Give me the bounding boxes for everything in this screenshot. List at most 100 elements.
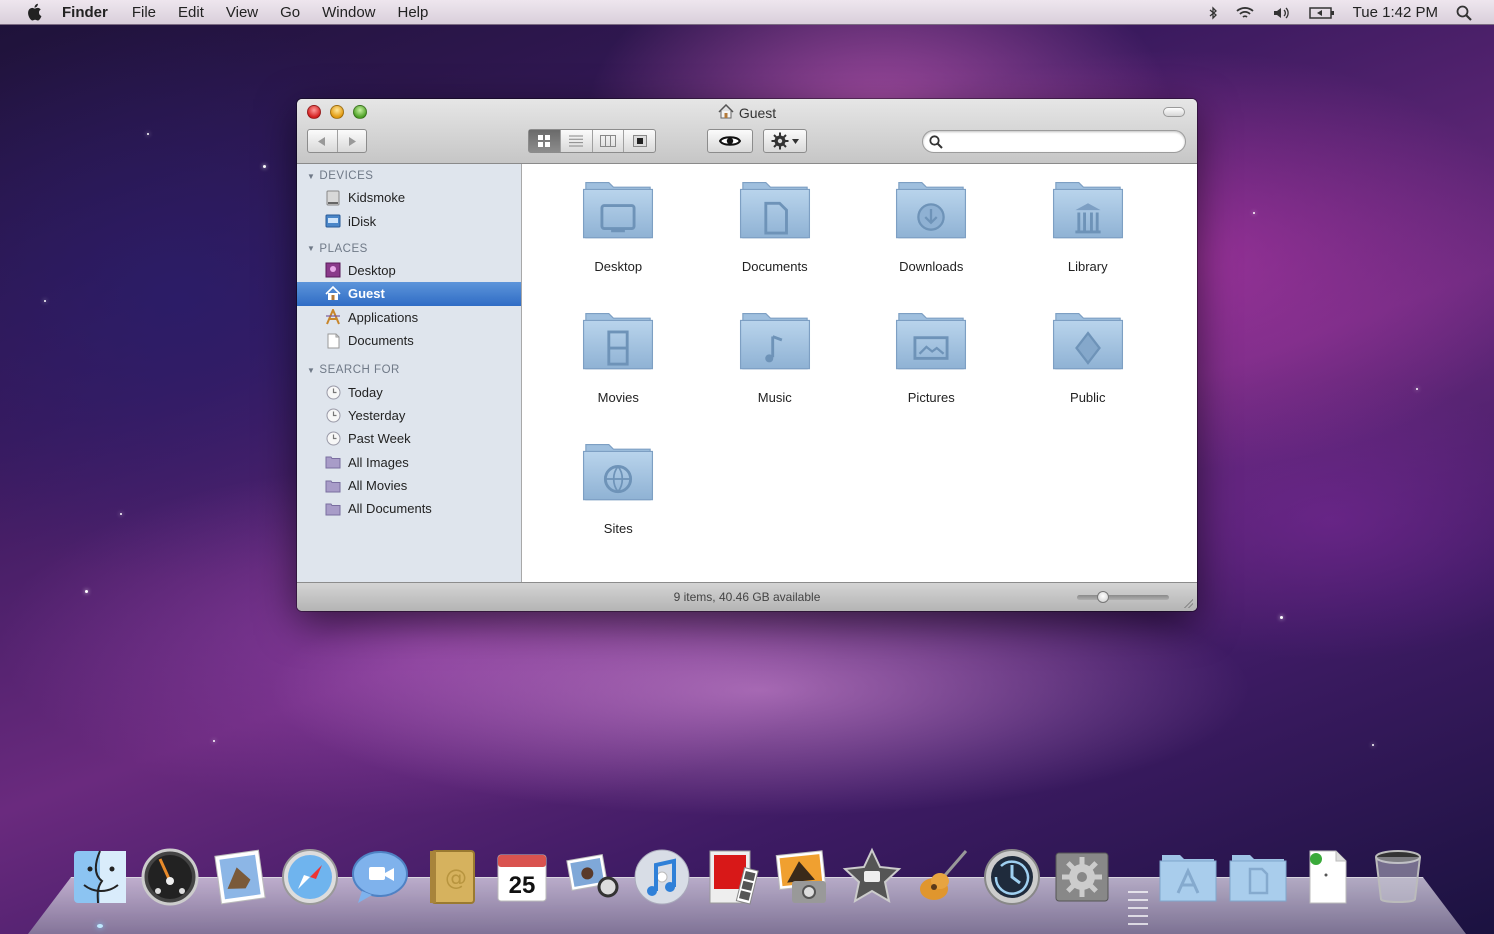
itunes-icon: [632, 847, 692, 912]
sidebar-item-applications[interactable]: Applications: [297, 306, 521, 329]
quick-look-button[interactable]: [707, 129, 753, 153]
dock-item-trash[interactable]: [1366, 846, 1430, 912]
star: [147, 133, 149, 135]
folder-icon: [737, 309, 813, 376]
dock-item-finder[interactable]: [68, 846, 132, 912]
file-name: Desktop: [594, 259, 643, 274]
folder-documents[interactable]: Documents: [697, 178, 854, 309]
dock-item-address-book[interactable]: @: [420, 846, 484, 912]
ical-icon: 25: [492, 847, 552, 912]
dock-item-photo-booth[interactable]: [700, 846, 764, 912]
folder-desktop[interactable]: Desktop: [540, 178, 697, 309]
sidebar-item-idisk[interactable]: iDisk: [297, 209, 521, 232]
disclosure-triangle-icon[interactable]: ▼: [307, 366, 315, 375]
star: [1372, 744, 1374, 746]
dock-item-iphoto[interactable]: [770, 846, 834, 912]
sidebar-section-search-for[interactable]: ▼ SEARCH FOR: [297, 360, 521, 380]
search-input[interactable]: [947, 134, 1185, 149]
file-browser[interactable]: Desktop Documents Downloads Library Movi…: [522, 164, 1197, 582]
battery-icon[interactable]: [1308, 6, 1335, 20]
dock-item-time-machine[interactable]: [980, 846, 1044, 912]
folder-movies[interactable]: Movies: [540, 309, 697, 440]
window-title-text: Guest: [738, 105, 777, 121]
dock-item-system-preferences[interactable]: [1050, 846, 1114, 912]
toolbar-toggle-button[interactable]: [1163, 107, 1185, 117]
back-button[interactable]: [308, 130, 337, 152]
home-icon: [718, 103, 734, 122]
list-view-icon: [569, 135, 584, 147]
sidebar-item-kidsmoke[interactable]: Kidsmoke: [297, 186, 521, 209]
apple-logo-icon[interactable]: [24, 3, 44, 21]
window-titlebar[interactable]: Guest: [297, 99, 1197, 164]
sidebar-item-all-images[interactable]: All Images: [297, 451, 521, 474]
sidebar-item-documents[interactable]: Documents: [297, 329, 521, 352]
forward-button[interactable]: [336, 130, 367, 152]
status-bar: 9 items, 40.46 GB available: [297, 582, 1197, 611]
folder-downloads[interactable]: Downloads: [853, 178, 1010, 309]
icon-size-slider[interactable]: [1077, 591, 1169, 603]
dock-item-dashboard[interactable]: [138, 846, 202, 912]
menu-help[interactable]: Help: [398, 4, 429, 21]
search-field[interactable]: [922, 130, 1186, 153]
file-name: Downloads: [899, 259, 964, 274]
ichat-icon: [350, 847, 410, 912]
menu-app-name[interactable]: Finder: [62, 4, 108, 21]
dock-item-ichat[interactable]: [348, 846, 412, 912]
menu-file[interactable]: File: [132, 4, 156, 21]
folder-icon: [580, 309, 656, 376]
dock-item-garageband[interactable]: [910, 846, 974, 912]
applications-icon: [325, 309, 341, 325]
folder-public[interactable]: Public: [1010, 309, 1167, 440]
menu-edit[interactable]: Edit: [178, 4, 204, 21]
dock-item-document[interactable]: [1296, 846, 1360, 912]
icon-view-button[interactable]: [529, 130, 560, 152]
menu-view[interactable]: View: [226, 4, 258, 21]
sidebar-section-places[interactable]: ▼ PLACES: [297, 239, 521, 259]
folder-music[interactable]: Music: [697, 309, 854, 440]
menu-go[interactable]: Go: [280, 4, 300, 21]
menu-window[interactable]: Window: [322, 4, 375, 21]
sidebar-item-past-week[interactable]: Past Week: [297, 427, 521, 450]
sidebar-item-desktop[interactable]: Desktop: [297, 259, 521, 282]
hard-drive-icon: [325, 190, 341, 206]
idisk-icon: [325, 213, 341, 229]
disclosure-triangle-icon[interactable]: ▼: [307, 244, 315, 253]
star: [120, 513, 122, 515]
bluetooth-icon[interactable]: [1209, 5, 1217, 20]
disclosure-triangle-icon[interactable]: ▼: [307, 172, 315, 181]
sidebar-section-devices[interactable]: ▼ DEVICES: [297, 166, 521, 186]
trash-icon: [1368, 847, 1428, 912]
dock-item-preview[interactable]: [560, 846, 624, 912]
sidebar-item-guest[interactable]: Guest: [297, 282, 521, 306]
dock-item-itunes[interactable]: [630, 846, 694, 912]
dock-item-ical[interactable]: 25: [490, 846, 554, 912]
spotlight-search-icon[interactable]: [1456, 5, 1472, 21]
dock-item-safari[interactable]: [278, 846, 342, 912]
dock-item-documents[interactable]: [1226, 846, 1290, 912]
forward-arrow-icon: [348, 136, 356, 146]
dock-item-applications[interactable]: [1156, 846, 1220, 912]
folder-sites[interactable]: Sites: [540, 440, 697, 571]
sidebar-item-yesterday[interactable]: Yesterday: [297, 404, 521, 427]
folder-pictures[interactable]: Pictures: [853, 309, 1010, 440]
list-view-button[interactable]: [559, 130, 592, 152]
cover-flow-icon: [632, 135, 647, 147]
column-view-button[interactable]: [591, 130, 624, 152]
menu-clock[interactable]: Tue 1:42 PM: [1353, 4, 1438, 21]
slider-knob[interactable]: [1097, 591, 1109, 603]
dock-separator[interactable]: [1128, 885, 1148, 925]
dock-item-mail[interactable]: [208, 846, 272, 912]
dock-item-imovie[interactable]: [840, 846, 904, 912]
sidebar-item-label: Yesterday: [348, 407, 406, 423]
action-menu-button[interactable]: [763, 129, 807, 153]
volume-icon[interactable]: [1273, 6, 1291, 20]
cover-flow-view-button[interactable]: [623, 130, 655, 152]
wifi-icon[interactable]: [1235, 6, 1255, 20]
iphoto-icon: [772, 847, 832, 912]
sidebar-item-today[interactable]: Today: [297, 380, 521, 403]
sidebar-item-all-movies[interactable]: All Movies: [297, 474, 521, 497]
imovie-icon: [842, 847, 902, 912]
resize-grip[interactable]: [1183, 598, 1193, 608]
folder-library[interactable]: Library: [1010, 178, 1167, 309]
sidebar-item-all-documents[interactable]: All Documents: [297, 497, 521, 520]
